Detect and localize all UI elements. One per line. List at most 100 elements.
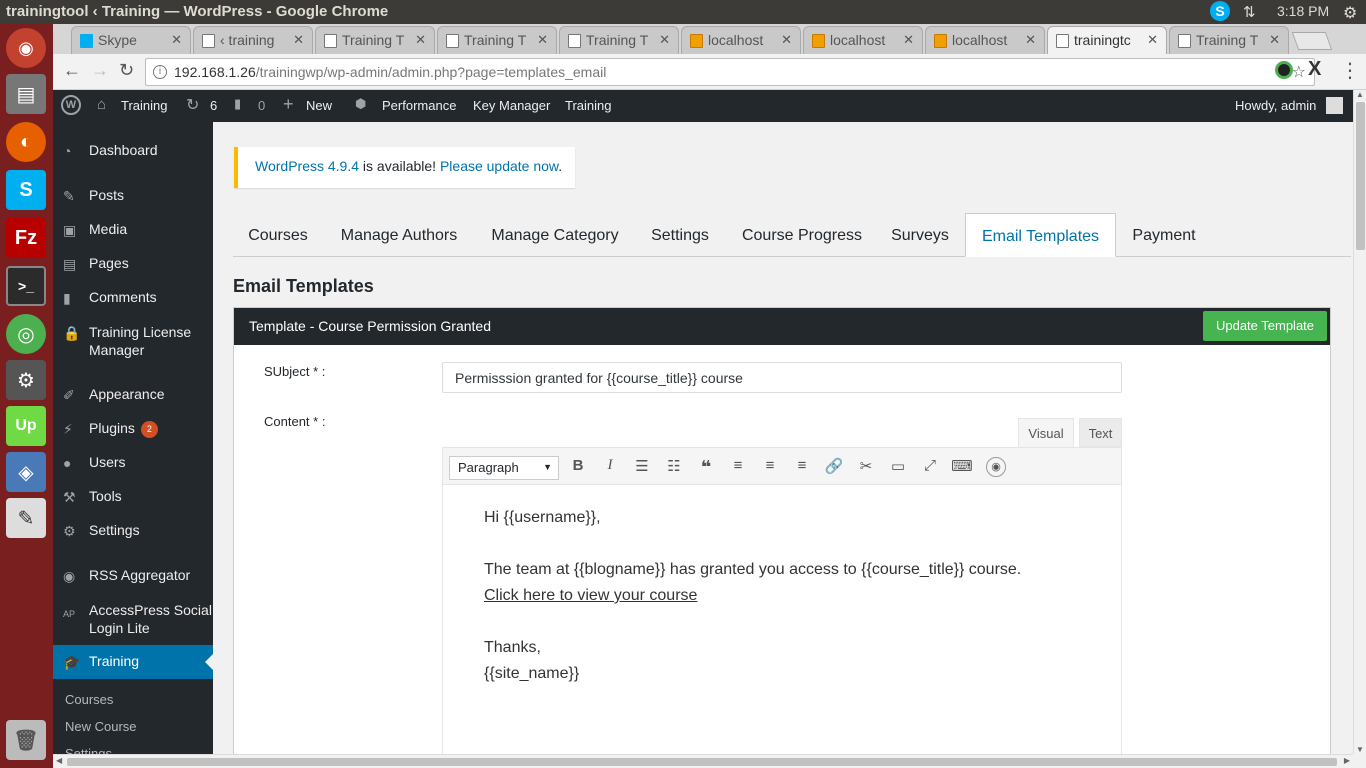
terminal-icon[interactable]: >_: [6, 266, 46, 306]
menu-training-license-manager[interactable]: 🔒 Training License Manager: [53, 323, 213, 359]
close-tab-icon[interactable]: ✕: [1269, 32, 1280, 48]
comments-count[interactable]: 0: [258, 98, 265, 113]
menu-dashboard[interactable]: ◔ Dashboard: [53, 142, 213, 159]
close-tab-icon[interactable]: ✕: [171, 32, 182, 48]
submenu-new-course[interactable]: New Course: [65, 719, 137, 734]
menu-plugins[interactable]: ⚡ Plugins 2: [53, 420, 213, 438]
upwork-icon[interactable]: Up: [6, 406, 46, 446]
network-icon[interactable]: ⇅: [1243, 3, 1256, 21]
toolbar-toggle-icon[interactable]: ⌨: [951, 457, 973, 477]
tab-surveys[interactable]: Surveys: [883, 213, 957, 257]
horizontal-scroll-thumb[interactable]: [67, 758, 1337, 766]
howdy-account[interactable]: Howdy, admin: [1235, 98, 1316, 113]
visual-tab[interactable]: Visual: [1018, 418, 1074, 447]
close-tab-icon[interactable]: ✕: [537, 32, 548, 48]
virtualbox-icon[interactable]: ◈: [6, 452, 46, 492]
wordpress-logo-icon[interactable]: W: [61, 95, 81, 115]
close-tab-icon[interactable]: ✕: [293, 32, 304, 48]
italic-icon[interactable]: I: [599, 457, 621, 477]
home-icon[interactable]: ⌂: [97, 96, 106, 113]
tab-settings[interactable]: Settings: [641, 213, 719, 257]
align-left-icon[interactable]: ≡: [727, 457, 749, 477]
tab-course-progress[interactable]: Course Progress: [733, 213, 871, 257]
feed-icon[interactable]: ◉: [986, 457, 1006, 477]
scroll-right-icon[interactable]: ▶: [1344, 756, 1350, 765]
back-arrow-icon[interactable]: ←: [63, 60, 81, 81]
close-tab-icon[interactable]: ✕: [903, 32, 914, 48]
tab-email-templates[interactable]: Email Templates: [965, 213, 1116, 257]
text-editor-icon[interactable]: ✎: [6, 498, 46, 538]
scroll-up-icon[interactable]: ▲: [1356, 90, 1364, 99]
comment-icon[interactable]: ▮: [234, 96, 241, 112]
tab-training[interactable]: Training T ✕: [1169, 26, 1289, 54]
tab-courses[interactable]: Courses: [233, 213, 323, 257]
close-tab-icon[interactable]: ✕: [659, 32, 670, 48]
close-tab-icon[interactable]: ✕: [1147, 32, 1158, 48]
view-course-link[interactable]: Click here to view your course: [484, 587, 697, 605]
subject-input[interactable]: Permisssion granted for {{course_title}}…: [442, 362, 1122, 393]
menu-training[interactable]: 🎓 Training: [53, 645, 213, 679]
filezilla-icon[interactable]: Fz: [6, 218, 46, 258]
tab-training-admin[interactable]: ‹ training ✕: [193, 26, 313, 54]
menu-tools[interactable]: ⚒ Tools: [53, 488, 213, 505]
read-more-icon[interactable]: ▭: [887, 457, 909, 477]
update-now-link[interactable]: Please update now: [440, 158, 558, 174]
bookmark-star-icon[interactable]: ☆: [1292, 62, 1306, 82]
tab-payment[interactable]: Payment: [1123, 213, 1205, 257]
bold-icon[interactable]: B: [567, 457, 589, 477]
chrome-icon[interactable]: ◎: [6, 314, 46, 354]
tab-training[interactable]: Training T ✕: [315, 26, 435, 54]
menu-posts[interactable]: ✎ Posts: [53, 187, 213, 204]
tab-manage-category[interactable]: Manage Category: [481, 213, 629, 257]
editor-content[interactable]: Hi {{username}}, The team at {{blogname}…: [442, 485, 1122, 768]
settings-gear-icon[interactable]: ⚙: [1343, 3, 1357, 23]
align-right-icon[interactable]: ≡: [791, 457, 813, 477]
menu-users[interactable]: ● Users: [53, 454, 213, 471]
trash-icon[interactable]: 🗑: [6, 720, 46, 760]
menu-accesspress[interactable]: AP AccessPress Social Login Lite: [53, 601, 213, 637]
tab-skype[interactable]: Skype ✕: [71, 26, 191, 54]
tab-manage-authors[interactable]: Manage Authors: [333, 213, 465, 257]
scroll-down-icon[interactable]: ▼: [1356, 745, 1364, 754]
forward-arrow-icon[interactable]: →: [91, 60, 109, 81]
update-template-button[interactable]: Update Template: [1203, 311, 1327, 341]
system-settings-icon[interactable]: ⚙: [6, 360, 46, 400]
updates-count[interactable]: 6: [210, 98, 217, 113]
menu-settings[interactable]: ⚙ Settings: [53, 522, 213, 539]
info-icon[interactable]: i: [153, 65, 167, 79]
plus-icon[interactable]: +: [283, 94, 294, 115]
submenu-courses[interactable]: Courses: [65, 692, 113, 707]
tab-localhost[interactable]: localhost ✕: [925, 26, 1045, 54]
scroll-left-icon[interactable]: ◀: [56, 756, 62, 765]
reload-icon[interactable]: ↻: [119, 60, 134, 81]
tab-localhost[interactable]: localhost ✕: [803, 26, 923, 54]
site-name-link[interactable]: Training: [121, 98, 167, 113]
updates-icon[interactable]: ↻: [186, 95, 199, 115]
extension-icon[interactable]: [1275, 61, 1293, 79]
new-tab-button[interactable]: [1291, 32, 1333, 50]
menu-rss-aggregator[interactable]: ◉ RSS Aggregator: [53, 567, 213, 584]
close-tab-icon[interactable]: ✕: [415, 32, 426, 48]
avatar[interactable]: [1326, 97, 1343, 114]
align-center-icon[interactable]: ≡: [759, 457, 781, 477]
address-bar[interactable]: i 192.168.1.26/trainingwp/wp-admin/admin…: [145, 58, 1315, 86]
files-icon[interactable]: ▤: [6, 74, 46, 114]
remove-link-icon[interactable]: ✂: [855, 457, 877, 477]
skype-tray-icon[interactable]: S: [1210, 1, 1230, 21]
text-tab[interactable]: Text: [1079, 418, 1122, 447]
close-tab-icon[interactable]: ✕: [781, 32, 792, 48]
tab-trainingtool-active[interactable]: trainingtc ✕: [1047, 26, 1167, 54]
extension-x-icon[interactable]: X: [1308, 58, 1321, 81]
wordpress-version-link[interactable]: WordPress 4.9.4: [255, 158, 359, 174]
chrome-menu-icon[interactable]: ⋮: [1340, 58, 1360, 83]
format-select[interactable]: Paragraph ▼: [449, 456, 559, 480]
ubuntu-dash-icon[interactable]: ◉: [6, 28, 46, 68]
close-tab-icon[interactable]: ✕: [1025, 32, 1036, 48]
vertical-scrollbar[interactable]: ▲ ▼: [1353, 90, 1366, 754]
blockquote-icon[interactable]: ❝: [695, 457, 717, 477]
performance-icon[interactable]: ⬢: [355, 96, 366, 112]
menu-appearance[interactable]: ✐ Appearance: [53, 386, 213, 403]
vertical-scroll-thumb[interactable]: [1356, 102, 1365, 250]
numbered-list-icon[interactable]: ☷: [663, 457, 685, 477]
tab-localhost[interactable]: localhost ✕: [681, 26, 801, 54]
